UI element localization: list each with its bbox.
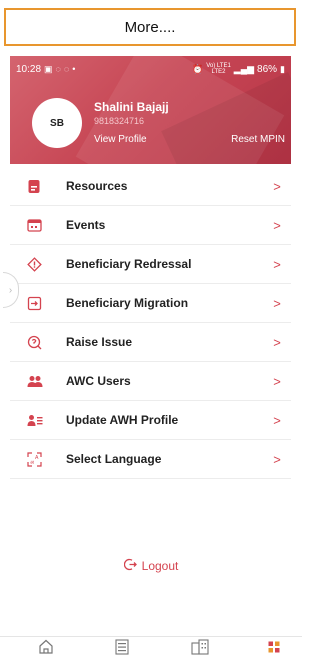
user-phone: 9818324716 — [94, 116, 145, 126]
language-icon: Aअ — [27, 451, 57, 467]
user-name: Shalini Bajajj — [94, 100, 169, 114]
whatsapp-icon: ◌ — [55, 64, 61, 74]
menu-item-label: Resources — [66, 179, 128, 193]
menu-item-beneficiary-redressal[interactable]: Beneficiary Redressal > — [10, 245, 291, 284]
bottom-nav — [0, 636, 302, 659]
migration-icon — [27, 296, 57, 311]
menu-item-label: Raise Issue — [66, 335, 133, 349]
chevron-right-icon: > — [273, 451, 281, 467]
logout-icon — [123, 558, 137, 574]
nav-grid[interactable] — [264, 640, 284, 658]
chevron-right-icon: > — [273, 178, 281, 194]
nav-home[interactable] — [36, 639, 56, 659]
menu-item-label: Update AWH Profile — [66, 413, 179, 427]
chevron-right-icon: › — [8, 284, 13, 296]
menu-item-label: Events — [66, 218, 106, 232]
dot-icon: • — [72, 64, 76, 74]
avatar[interactable]: SB — [32, 98, 82, 148]
document-icon — [27, 179, 57, 194]
whatsapp-icon-2: ◌ — [63, 64, 70, 74]
chevron-right-icon: > — [273, 412, 281, 428]
more-banner: More.... — [4, 8, 296, 46]
signal-icon: ▂▄▆ — [233, 63, 255, 74]
chevron-right-icon: > — [273, 334, 281, 350]
menu-list: Resources > Events > Beneficiary Redress… — [10, 167, 291, 479]
chevron-right-icon: > — [273, 295, 281, 311]
nav-building[interactable] — [190, 638, 210, 659]
menu-item-label: Beneficiary Redressal — [66, 257, 192, 271]
svg-text:A: A — [35, 455, 39, 461]
logout-label: Logout — [141, 559, 179, 573]
calendar-icon — [27, 218, 57, 232]
menu-item-resources[interactable]: Resources > — [10, 167, 291, 206]
avatar-initials: SB — [50, 117, 64, 129]
svg-text:अ: अ — [30, 460, 34, 466]
diamond-alert-icon — [27, 256, 57, 272]
reset-mpin-link[interactable]: Reset MPIN — [231, 134, 285, 145]
more-banner-label: More.... — [124, 18, 176, 36]
menu-item-awc-users[interactable]: AWC Users > — [10, 362, 291, 401]
profile-list-icon — [27, 414, 57, 427]
raise-issue-icon — [27, 335, 57, 350]
menu-item-raise-issue[interactable]: Raise Issue > — [10, 323, 291, 362]
profile-header: 10:28 ▣ ◌ ◌ • ⏰ Vo) LTE1 LTE2 ▂▄▆ 86% ▮ S… — [10, 56, 291, 164]
home-icon — [38, 639, 54, 659]
chevron-right-icon: > — [273, 217, 281, 233]
menu-item-label: AWC Users — [66, 374, 131, 388]
grid-icon — [268, 640, 280, 658]
users-icon — [27, 375, 57, 388]
menu-item-beneficiary-migration[interactable]: Beneficiary Migration > — [10, 284, 291, 323]
view-profile-link[interactable]: View Profile — [94, 134, 147, 145]
building-icon — [191, 638, 209, 659]
alarm-icon: ⏰ — [192, 63, 204, 74]
list-icon — [114, 638, 130, 659]
menu-item-select-language[interactable]: Aअ Select Language > — [10, 440, 291, 479]
battery-icon: ▮ — [280, 63, 285, 74]
chevron-right-icon: > — [273, 256, 281, 272]
menu-item-label: Beneficiary Migration — [66, 296, 189, 310]
menu-item-update-awh-profile[interactable]: Update AWH Profile > — [10, 401, 291, 440]
menu-item-events[interactable]: Events > — [10, 206, 291, 245]
network-label: Vo) LTE1 LTE2 — [206, 63, 231, 75]
gallery-icon: ▣ — [44, 63, 53, 74]
nav-list[interactable] — [112, 638, 132, 659]
menu-item-label: Select Language — [66, 452, 162, 466]
status-bar: 10:28 ▣ ◌ ◌ • ⏰ Vo) LTE1 LTE2 ▂▄▆ 86% ▮ — [10, 56, 291, 82]
chevron-right-icon: > — [273, 373, 281, 389]
battery-level: 86% — [257, 63, 278, 75]
logout-button[interactable]: Logout — [0, 558, 302, 574]
status-time: 10:28 — [16, 63, 42, 75]
